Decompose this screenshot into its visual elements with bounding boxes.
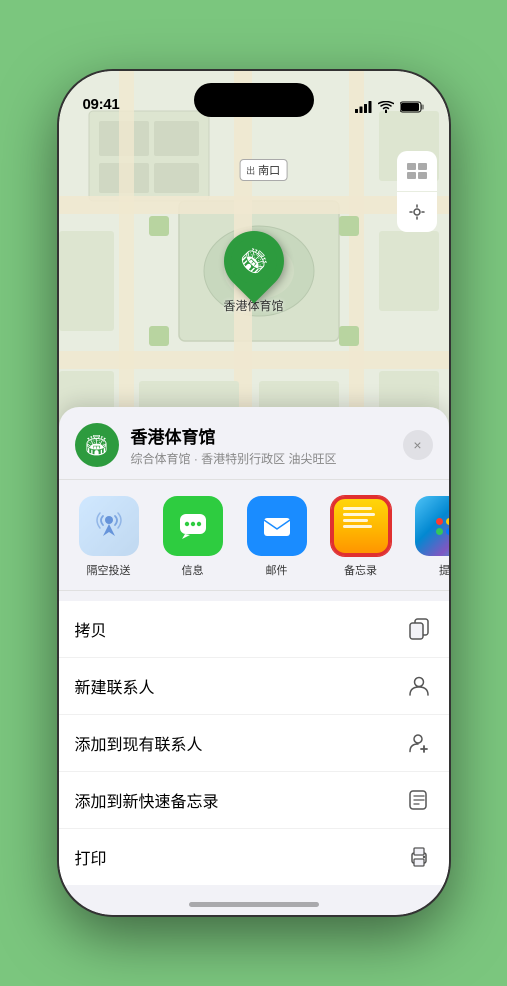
action-new-contact[interactable]: 新建联系人: [59, 658, 449, 715]
action-new-contact-label: 新建联系人: [75, 674, 155, 698]
share-item-notes[interactable]: 备忘录: [327, 496, 395, 578]
notes-label: 备忘录: [344, 562, 377, 578]
airdrop-icon: [79, 496, 139, 556]
dynamic-island: [194, 83, 314, 117]
notes-icon: [331, 496, 391, 556]
bottom-sheet: 🏟 香港体育馆 综合体育馆 · 香港特别行政区 油尖旺区 ×: [59, 407, 449, 915]
notes-line-1: [343, 507, 373, 510]
airdrop-label: 隔空投送: [87, 562, 131, 578]
print-icon: [405, 843, 433, 871]
action-add-notes-label: 添加到新快速备忘录: [75, 788, 219, 812]
action-print-label: 打印: [75, 845, 107, 869]
pin-inner: 🏟: [230, 238, 276, 284]
action-add-existing[interactable]: 添加到现有联系人: [59, 715, 449, 772]
share-item-mail[interactable]: 邮件: [243, 496, 311, 578]
notes-line-2: [343, 513, 375, 516]
mail-icon: [247, 496, 307, 556]
battery-icon: [400, 101, 425, 113]
wifi-icon: [378, 101, 394, 113]
mail-label: 邮件: [266, 562, 288, 578]
close-button[interactable]: ×: [403, 430, 433, 460]
person-icon: [405, 672, 433, 700]
share-item-airdrop[interactable]: 隔空投送: [75, 496, 143, 578]
share-item-messages[interactable]: 信息: [159, 496, 227, 578]
messages-label: 信息: [182, 562, 204, 578]
signal-icon: [355, 101, 372, 113]
pin-icon: 🏟: [234, 242, 272, 280]
map-controls: [397, 151, 437, 232]
messages-icon: [163, 496, 223, 556]
venue-name: 香港体育馆: [131, 423, 391, 448]
map-type-button[interactable]: [397, 151, 437, 191]
more-label: 提: [439, 562, 449, 578]
note-icon: [405, 786, 433, 814]
location-pin: 🏟 香港体育馆: [223, 231, 283, 314]
notes-line-3: [343, 519, 368, 522]
more-icon: [415, 496, 449, 556]
action-list: 拷贝 新建联系人: [59, 601, 449, 885]
copy-icon: [405, 615, 433, 643]
sheet-header: 🏟 香港体育馆 综合体育馆 · 香港特别行政区 油尖旺区 ×: [59, 407, 449, 480]
share-item-more[interactable]: 提: [411, 496, 449, 578]
action-print[interactable]: 打印: [59, 829, 449, 885]
action-copy-label: 拷贝: [75, 617, 107, 641]
action-add-notes[interactable]: 添加到新快速备忘录: [59, 772, 449, 829]
share-row: 隔空投送 信息: [59, 480, 449, 591]
map-label-nankou: 出 南口: [239, 159, 287, 181]
phone-shell: 09:41: [59, 71, 449, 915]
status-time: 09:41: [83, 96, 120, 113]
notes-line-4: [343, 525, 373, 528]
exit-icon: 出: [246, 164, 255, 177]
action-copy[interactable]: 拷贝: [59, 601, 449, 658]
action-add-existing-label: 添加到现有联系人: [75, 731, 203, 755]
more-dots: [436, 518, 449, 535]
person-add-icon: [405, 729, 433, 757]
phone-screen: 09:41: [59, 71, 449, 915]
pin-circle: 🏟: [211, 219, 296, 304]
venue-icon: 🏟: [75, 423, 119, 467]
home-indicator: [189, 902, 319, 907]
status-icons: [355, 101, 425, 113]
venue-subtitle: 综合体育馆 · 香港特别行政区 油尖旺区: [131, 450, 391, 467]
venue-info: 香港体育馆 综合体育馆 · 香港特别行政区 油尖旺区: [131, 423, 391, 467]
location-button[interactable]: [397, 192, 437, 232]
